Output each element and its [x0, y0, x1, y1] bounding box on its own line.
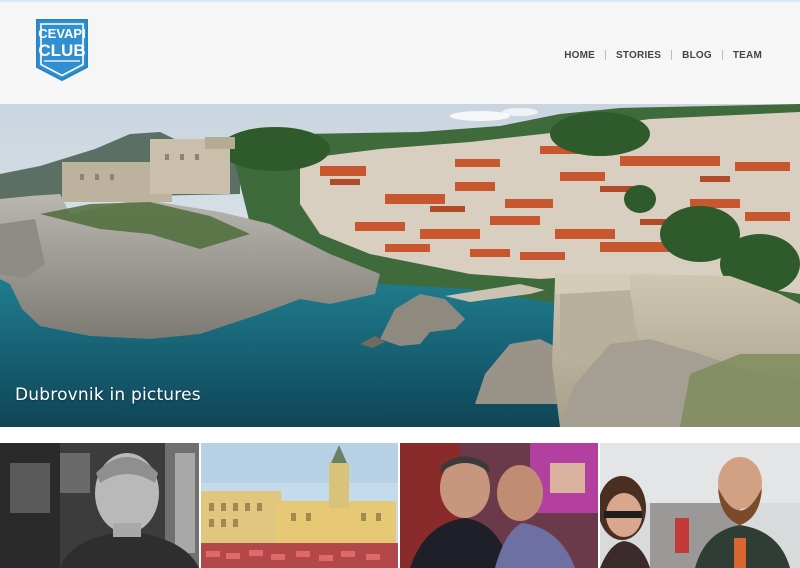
thumbnail-image [0, 443, 199, 568]
nav-stories[interactable]: STORIES [606, 50, 671, 61]
thumbnail-portrait-man[interactable] [0, 443, 199, 568]
main-nav: HOME STORIES BLOG TEAM [554, 46, 772, 64]
logo-line-club: CLUB [38, 41, 86, 60]
thumbnail-image [600, 443, 800, 568]
thumbnail-woman-and-bearded-man[interactable] [600, 443, 800, 568]
thumbnail-gallery [0, 443, 800, 568]
nav-team[interactable]: TEAM [723, 50, 772, 61]
nav-home[interactable]: HOME [554, 50, 605, 61]
cevapi-club-logo[interactable]: CEVAPI CLUB [34, 17, 90, 83]
thumbnail-city-square[interactable] [201, 443, 398, 568]
section-spacer [0, 427, 800, 443]
hero-banner[interactable]: Dubrovnik in pictures [0, 104, 800, 427]
hero-image [0, 104, 800, 427]
thumbnail-image [201, 443, 398, 568]
logo-line-cevapi: CEVAPI [38, 26, 86, 41]
page: CEVAPI CLUB HOME STORIES BLOG TEAM Dubro… [0, 0, 800, 568]
thumbnail-image [400, 443, 598, 568]
nav-blog[interactable]: BLOG [672, 50, 722, 61]
hero-caption[interactable]: Dubrovnik in pictures [15, 385, 201, 405]
site-header: CEVAPI CLUB HOME STORIES BLOG TEAM [0, 2, 800, 105]
thumbnail-two-men[interactable] [400, 443, 598, 568]
